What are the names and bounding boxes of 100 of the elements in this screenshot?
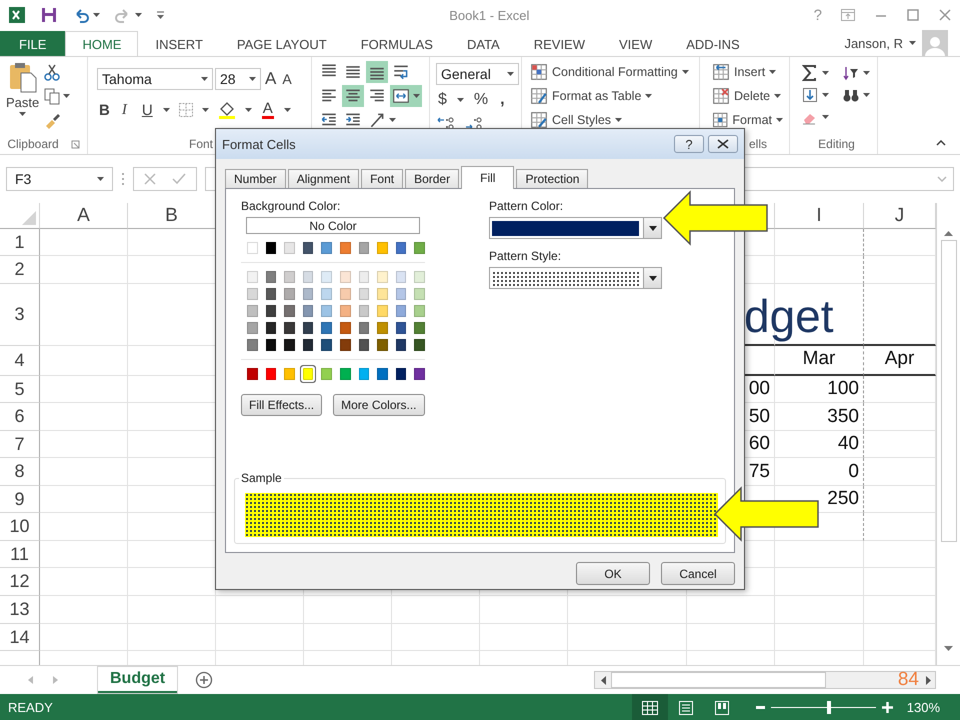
color-swatch[interactable] [414, 339, 425, 351]
color-swatch[interactable] [377, 368, 388, 380]
ribbon-tab[interactable]: FORMULAS [344, 31, 450, 56]
color-swatch[interactable] [247, 305, 258, 317]
copy-icon[interactable] [43, 87, 62, 105]
underline-button[interactable]: U [140, 100, 155, 120]
color-swatch[interactable] [284, 242, 295, 254]
color-swatch[interactable] [266, 271, 276, 283]
style-menu-button[interactable]: Conditional Formatting [530, 61, 693, 83]
caret-icon[interactable] [201, 77, 208, 81]
scroll-left-icon[interactable] [600, 676, 606, 684]
decrease-decimal-icon[interactable] [464, 115, 484, 131]
color-swatch[interactable] [266, 322, 276, 334]
color-swatch[interactable] [302, 305, 314, 317]
row-header[interactable]: 8 [0, 458, 40, 486]
scroll-right-icon[interactable] [926, 676, 930, 684]
row-header[interactable]: 3 [0, 284, 40, 346]
ribbon-tab[interactable]: DATA [450, 31, 517, 56]
row-header[interactable]: 4 [0, 346, 40, 376]
ribbon-tab[interactable]: ADD-INS [669, 31, 757, 56]
caret-icon[interactable] [93, 13, 100, 17]
row-header[interactable]: 13 [0, 596, 40, 624]
color-swatch[interactable] [377, 271, 388, 283]
scrollbar-thumb[interactable] [940, 240, 956, 542]
color-swatch[interactable] [340, 271, 351, 283]
dialog-launcher-icon[interactable] [70, 140, 80, 148]
ribbon-tab[interactable]: INSERT [138, 31, 220, 56]
dropdown-icon[interactable] [648, 276, 656, 280]
caret-icon[interactable] [822, 71, 829, 75]
cells-menu-button[interactable]: Delete [712, 85, 783, 107]
color-swatch[interactable] [358, 368, 370, 380]
color-swatch[interactable] [340, 288, 351, 300]
scroll-up-icon[interactable] [944, 231, 953, 236]
autosum-icon[interactable] [802, 65, 818, 81]
color-swatch[interactable] [414, 242, 425, 254]
fill-down-icon[interactable] [802, 87, 818, 103]
color-swatch[interactable] [340, 322, 351, 334]
collapse-ribbon-icon[interactable] [936, 140, 946, 146]
caret-icon[interactable] [507, 72, 514, 76]
color-swatch[interactable] [284, 339, 295, 351]
percent-button[interactable]: % [472, 89, 490, 111]
row-header[interactable]: 10 [0, 513, 40, 541]
color-swatch[interactable] [302, 271, 314, 283]
paste-button[interactable]: Paste [6, 61, 40, 134]
color-swatch[interactable] [358, 322, 370, 334]
color-swatch[interactable] [358, 288, 370, 300]
color-swatch[interactable] [266, 339, 276, 351]
caret-icon[interactable] [63, 94, 70, 98]
color-swatch[interactable] [340, 339, 351, 351]
currency-button[interactable]: $ [436, 89, 449, 111]
merge-center-button[interactable] [390, 85, 422, 107]
add-sheet-icon[interactable] [195, 671, 214, 689]
column-header[interactable]: J [864, 203, 936, 229]
column-header[interactable]: I [775, 203, 864, 229]
bold-button[interactable]: B [97, 100, 112, 120]
color-swatch[interactable] [377, 322, 388, 334]
dropdown-icon[interactable] [648, 226, 656, 230]
color-swatch[interactable] [340, 305, 351, 317]
row-header[interactable]: 1 [0, 229, 40, 256]
sort-filter-icon[interactable] [843, 65, 859, 81]
help-button[interactable]: ? [674, 135, 704, 153]
caret-icon[interactable] [822, 115, 829, 119]
color-swatch[interactable] [247, 271, 258, 283]
fill-color-icon[interactable] [216, 101, 237, 119]
caret-icon[interactable] [162, 108, 170, 112]
dialog-button[interactable]: More Colors... [333, 394, 424, 416]
color-swatch[interactable] [302, 288, 314, 300]
color-swatch[interactable] [340, 242, 351, 254]
color-swatch[interactable] [321, 322, 332, 334]
dialog-tab[interactable]: Number [225, 169, 286, 188]
caret-icon[interactable] [97, 177, 104, 181]
color-swatch[interactable] [414, 322, 425, 334]
color-swatch[interactable] [396, 305, 406, 317]
color-swatch[interactable] [414, 368, 425, 380]
caret-icon[interactable] [822, 93, 829, 97]
font-size-field[interactable]: 28 [215, 68, 261, 90]
row-header[interactable]: 6 [0, 403, 40, 431]
pattern-color-dropdown[interactable] [489, 217, 662, 239]
color-swatch[interactable] [247, 242, 258, 254]
customize-icon[interactable] [156, 10, 165, 20]
normal-view-button[interactable] [632, 694, 668, 720]
dialog-tab[interactable]: Border [405, 169, 460, 188]
color-swatch[interactable] [377, 288, 388, 300]
color-swatch[interactable] [284, 322, 295, 334]
caret-icon[interactable] [863, 71, 870, 75]
color-swatch[interactable] [414, 271, 425, 283]
color-swatch[interactable] [284, 271, 295, 283]
caret-icon[interactable] [863, 93, 870, 97]
no-color-button[interactable]: No Color [246, 217, 420, 234]
color-swatch[interactable] [284, 288, 295, 300]
shrink-font-button[interactable]: A [280, 69, 294, 89]
increase-decimal-icon[interactable] [436, 115, 456, 131]
color-swatch[interactable] [321, 305, 332, 317]
row-header[interactable]: 11 [0, 541, 40, 568]
color-swatch[interactable] [377, 305, 388, 317]
color-swatch[interactable] [340, 368, 351, 380]
color-swatch[interactable] [321, 368, 332, 380]
row-header[interactable]: 14 [0, 624, 40, 651]
maximize-icon[interactable] [906, 8, 920, 22]
sheet-tab[interactable]: Budget [98, 667, 178, 693]
